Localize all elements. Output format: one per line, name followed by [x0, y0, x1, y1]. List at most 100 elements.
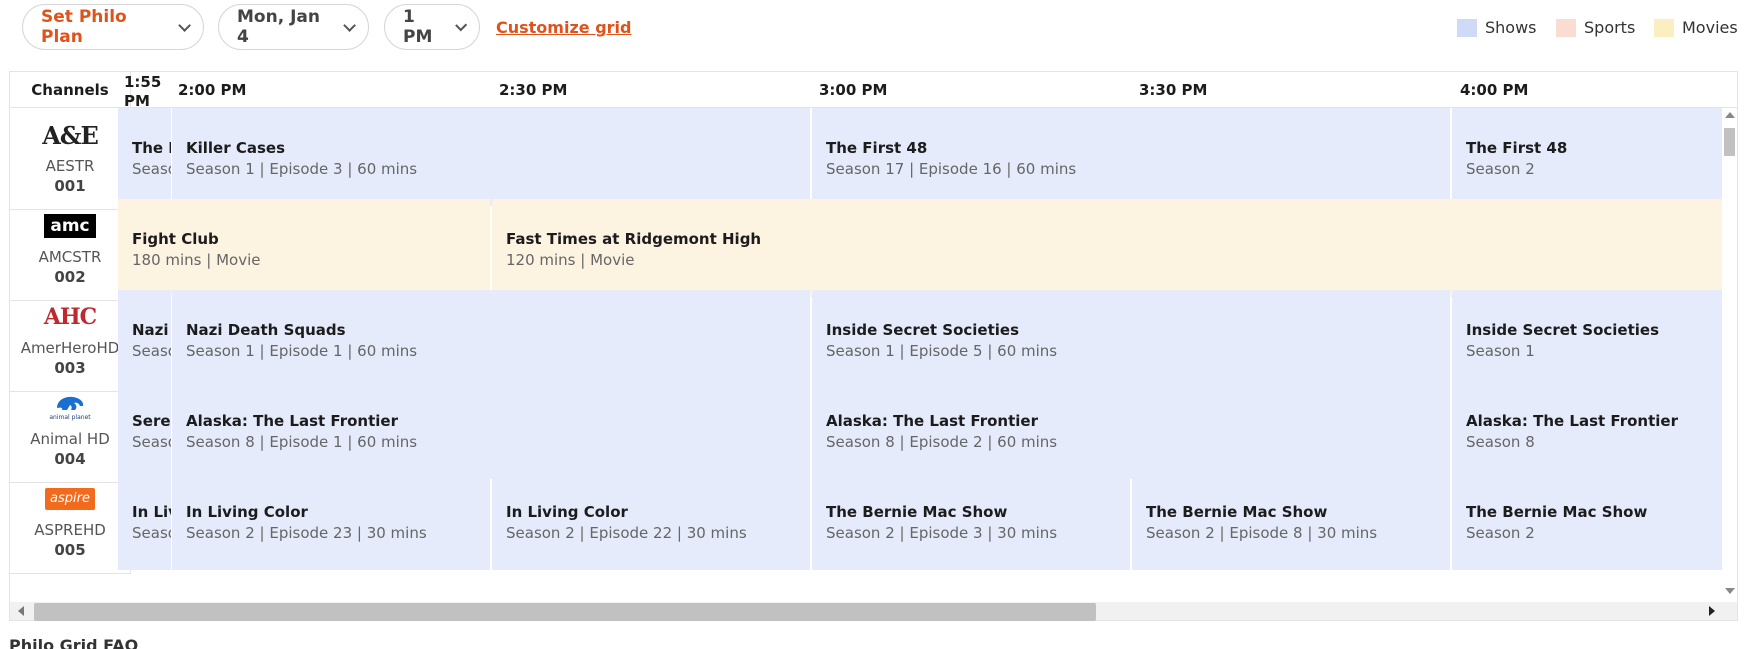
program-title: Nazi Death Squads	[132, 321, 171, 339]
program-title: Fight Club	[132, 230, 219, 248]
program-block[interactable]: The Bernie Mac Show Season 2 | Episode 8…	[1132, 472, 1450, 570]
program-block[interactable]: The Bernie Mac Show Season 2 | Episode 3…	[812, 472, 1130, 570]
philo-plan-dropdown[interactable]: Set Philo Plan	[22, 4, 204, 50]
scroll-right-arrow-icon[interactable]	[1709, 606, 1715, 616]
time-slot-label: 3:00 PM	[819, 81, 888, 99]
channel-cell[interactable]: aspire ASPREHD 005	[10, 472, 131, 574]
chevron-down-icon	[454, 18, 468, 31]
aspire-logo: aspire	[45, 484, 95, 514]
legend-sports: Sports	[1556, 18, 1635, 37]
program-detail: 180 mins | Movie	[132, 251, 261, 269]
program-block[interactable]: Fast Times at Ridgemont High 120 mins | …	[492, 199, 1722, 297]
channels-header: Channels	[10, 72, 131, 108]
horizontal-scrollbar[interactable]	[10, 602, 1737, 621]
program-detail: Season	[132, 433, 171, 451]
program-block[interactable]: Alaska: The Last Frontier Season 8	[1452, 381, 1722, 479]
program-title: In Living Color	[132, 503, 171, 521]
program-detail: Season 2	[1466, 524, 1535, 542]
scroll-left-arrow-icon[interactable]	[18, 606, 24, 616]
chevron-down-icon	[178, 18, 192, 32]
legend-sports-label: Sports	[1584, 18, 1636, 37]
program-block[interactable]: Nazi Death Squads Season 1	[118, 290, 171, 388]
program-block[interactable]: The First 48 Season 2	[1452, 108, 1722, 206]
program-detail: Season 2 | Episode 8 | 30 mins	[1146, 524, 1378, 542]
vertical-scroll-thumb[interactable]	[1724, 128, 1735, 156]
scroll-up-arrow-icon[interactable]	[1725, 112, 1735, 118]
horizontal-scroll-thumb[interactable]	[34, 603, 1096, 621]
program-block[interactable]: Nazi Death Squads Season 1 | Episode 1 |…	[172, 290, 810, 388]
program-title: Fast Times at Ridgemont High	[506, 230, 762, 248]
vertical-scrollbar[interactable]	[1722, 108, 1737, 602]
channel-cell[interactable]: AHC AmerHeroHD 003	[10, 290, 131, 392]
program-detail: Season 2	[132, 524, 171, 542]
program-detail: Season 1	[1466, 342, 1535, 360]
program-block[interactable]: Killer Cases Season 1 | Episode 3 | 60 m…	[172, 108, 810, 206]
program-block[interactable]: The First 48 Season 17 | Episode 15 | 60…	[118, 108, 171, 206]
program-title: The First 48	[826, 139, 928, 157]
program-title: Alaska: The Last Frontier	[1466, 412, 1678, 430]
time-slot-label: 1:55 PM	[124, 73, 162, 110]
program-detail: Season 1 | Episode 5 | 60 mins	[826, 342, 1058, 360]
program-detail: Season 8 | Episode 2 | 60 mins	[826, 433, 1058, 451]
program-block[interactable]: Inside Secret Societies Season 1 | Episo…	[812, 290, 1450, 388]
channel-name: Animal HD	[30, 430, 110, 448]
philo-plan-label: Set Philo Plan	[41, 7, 127, 47]
program-title: Alaska: The Last Frontier	[186, 412, 398, 430]
channel-name: AESTR	[45, 157, 95, 175]
date-dropdown[interactable]: Mon, Jan 4	[218, 4, 369, 50]
program-title: Serengeti	[132, 412, 171, 430]
elephant-icon	[57, 396, 84, 410]
customize-grid-link[interactable]: Customize grid	[496, 18, 631, 37]
channel-number: 004	[54, 450, 86, 468]
time-slot-label: 2:00 PM	[178, 81, 247, 99]
time-dropdown[interactable]: 1 PM	[384, 4, 480, 50]
program-block[interactable]: Inside Secret Societies Season 1	[1452, 290, 1722, 388]
program-title: Killer Cases	[186, 139, 286, 157]
channel-cell[interactable]: amc AMCSTR 002	[10, 199, 131, 301]
program-block[interactable]: Fight Club 180 mins | Movie	[118, 199, 490, 297]
scroll-down-arrow-icon[interactable]	[1725, 588, 1735, 594]
channel-row: animal planet Animal HD 004 Serengeti Se…	[10, 381, 1737, 483]
program-detail: Season 2	[1466, 160, 1535, 178]
program-block[interactable]: Alaska: The Last Frontier Season 8 | Epi…	[172, 381, 810, 479]
time-slot-label: 2:30 PM	[499, 81, 568, 99]
program-detail: Season 2 | Episode 23 | 30 mins	[186, 524, 427, 542]
program-block[interactable]: The First 48 Season 17 | Episode 16 | 60…	[812, 108, 1450, 206]
program-detail: 120 mins | Movie	[506, 251, 635, 269]
animal-planet-logo: animal planet	[49, 393, 91, 423]
sports-swatch	[1556, 18, 1576, 37]
ahc-logo: AHC	[43, 304, 97, 330]
channel-row: aspire ASPREHD 005 In Living Color Seaso…	[10, 472, 1737, 574]
program-block[interactable]: In Living Color Season 2	[118, 472, 171, 570]
program-block[interactable]: Alaska: The Last Frontier Season 8 | Epi…	[812, 381, 1450, 479]
program-block[interactable]: The Bernie Mac Show Season 2	[1452, 472, 1722, 570]
grid-body: A&E AESTR 001 The First 48 Season 17 | E…	[10, 108, 1737, 602]
program-block[interactable]: In Living Color Season 2 | Episode 22 | …	[492, 472, 810, 570]
program-title: Inside Secret Societies	[826, 321, 1020, 339]
channel-number: 003	[54, 359, 86, 377]
program-title: The Bernie Mac Show	[1146, 503, 1328, 521]
legend-movies: Movies	[1654, 18, 1738, 37]
program-detail: Season 17 | Episode 15 | 60 mins	[132, 160, 171, 178]
program-title: Inside Secret Societies	[1466, 321, 1660, 339]
channel-name: AmerHeroHD	[20, 339, 120, 357]
channel-cell[interactable]: A&E AESTR 001	[10, 108, 131, 210]
program-detail: Season 17 | Episode 16 | 60 mins	[826, 160, 1077, 178]
channel-row: amc AMCSTR 002 Fight Club 180 mins | Mov…	[10, 199, 1737, 301]
grid-header: Channels 1:55 PM 2:00 PM 2:30 PM 3:00 PM…	[10, 72, 1737, 110]
channel-cell[interactable]: animal planet Animal HD 004	[10, 381, 131, 483]
program-detail: Season 2 | Episode 3 | 30 mins	[826, 524, 1058, 542]
program-block[interactable]: In Living Color Season 2 | Episode 23 | …	[172, 472, 490, 570]
program-title: The First 48	[132, 139, 171, 157]
program-title: Alaska: The Last Frontier	[826, 412, 1038, 430]
legend-shows-label: Shows	[1485, 18, 1537, 37]
program-block[interactable]: Serengeti Season	[118, 381, 171, 479]
time-label: 1 PM	[403, 7, 433, 47]
legend-movies-label: Movies	[1682, 18, 1738, 37]
amc-logo: amc	[44, 211, 96, 241]
program-detail: Season 1	[132, 342, 171, 360]
channel-number: 002	[54, 268, 86, 286]
chevron-down-icon	[343, 18, 357, 32]
time-slot-label: 4:00 PM	[1460, 81, 1529, 99]
program-detail: Season 2 | Episode 22 | 30 mins	[506, 524, 747, 542]
